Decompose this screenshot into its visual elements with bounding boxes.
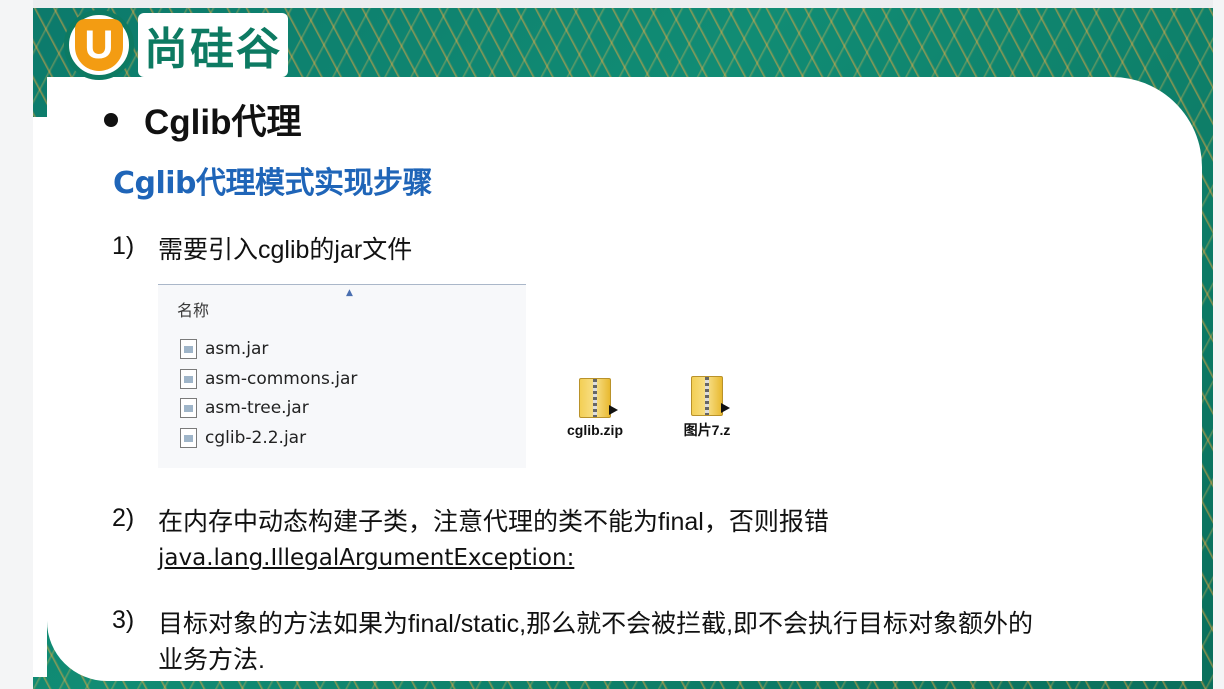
logo-letter: U — [75, 19, 123, 71]
zip-folder-icon — [579, 378, 618, 418]
step-number: 3) — [112, 606, 135, 634]
sort-ascending-icon: ▲ — [346, 288, 353, 298]
file-name: cglib-2.2.jar — [205, 428, 307, 448]
bullet-icon — [104, 112, 118, 127]
logo: U 尚硅谷 — [64, 10, 288, 80]
step-text: 在内存中动态构建子类，注意代理的类不能为final，否则报错 — [158, 508, 829, 536]
step-number: 2) — [112, 504, 135, 532]
zip-folder-icon — [691, 376, 730, 416]
image7-zip-file[interactable]: 图片7.z — [672, 376, 742, 440]
right-margin — [1213, 0, 1224, 689]
file-label: cglib.zip — [567, 422, 623, 438]
file-row[interactable]: cglib-2.2.jar — [180, 428, 306, 448]
file-row[interactable]: asm-tree.jar — [180, 398, 309, 418]
cglib-zip-file[interactable]: cglib.zip — [560, 378, 630, 438]
slide-heading: Cglib代理 — [104, 94, 301, 145]
heading-title: Cglib代理 — [144, 103, 302, 142]
step-2: 2) 在内存中动态构建子类，注意代理的类不能为final，否则报错 java.l… — [112, 504, 829, 576]
jar-file-icon — [180, 428, 197, 448]
step-number: 1) — [112, 232, 135, 260]
file-row[interactable]: asm-commons.jar — [180, 369, 357, 389]
step-text: 目标对象的方法如果为final/static,那么就不会被拦截,即不会执行目标对… — [158, 610, 1034, 638]
file-row[interactable]: asm.jar — [180, 339, 268, 359]
file-explorer: 名称 ▲ asm.jar asm-commons.jar asm-tree.ja… — [158, 284, 526, 468]
jar-file-icon — [180, 339, 197, 359]
step-text-continued: 业务方法. — [158, 646, 265, 674]
file-name: asm.jar — [205, 339, 269, 359]
file-label: 图片7.z — [683, 422, 731, 438]
column-header-name[interactable]: 名称 — [177, 297, 209, 321]
logo-text: 尚硅谷 — [138, 13, 288, 77]
jar-file-icon — [180, 369, 197, 389]
jar-file-icon — [180, 398, 197, 418]
step-3: 3) 目标对象的方法如果为final/static,那么就不会被拦截,即不会执行… — [112, 606, 1033, 678]
logo-badge-icon: U — [64, 10, 134, 80]
left-margin — [0, 0, 33, 689]
file-name: asm-commons.jar — [205, 369, 358, 389]
step-1: 1) 需要引入cglib的jar文件 — [112, 232, 412, 268]
step-text: 需要引入cglib的jar文件 — [158, 236, 413, 264]
slide-subtitle: Cglib代理模式实现步骤 — [113, 166, 433, 201]
file-name: asm-tree.jar — [205, 398, 309, 418]
exception-link[interactable]: java.lang.IllegalArgumentException: — [158, 540, 829, 576]
